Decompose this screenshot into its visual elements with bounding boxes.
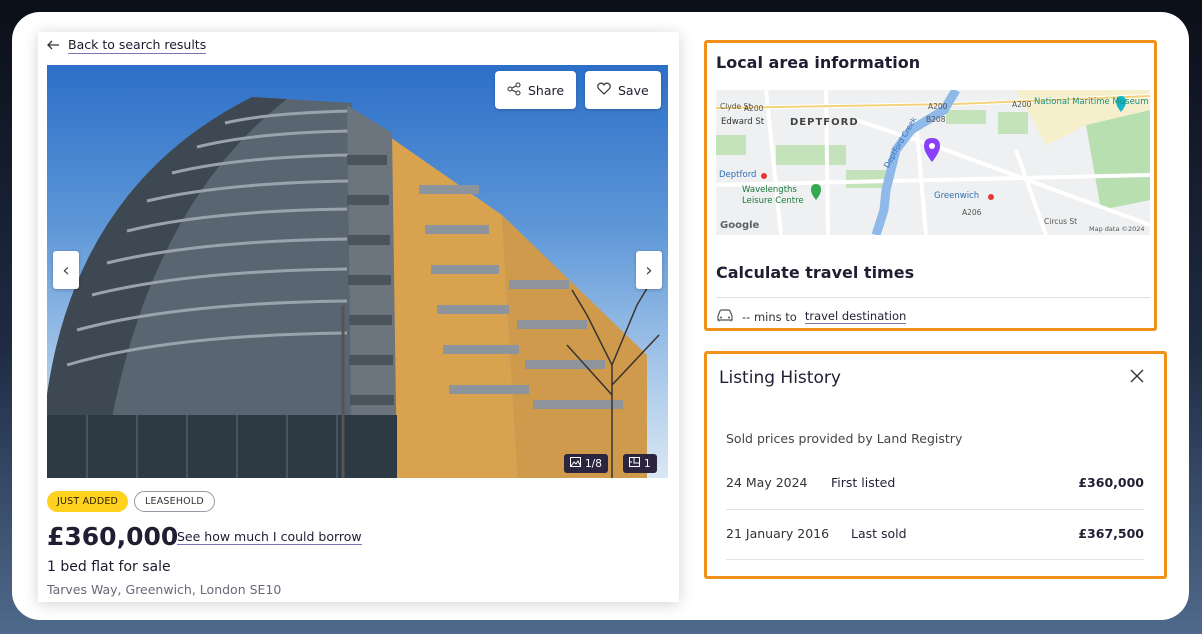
map-label-deptford-station: Deptford [719,170,757,180]
back-label: Back to search results [68,37,207,54]
google-logo: Google [720,220,760,231]
chevron-left-icon: ‹ [62,259,70,281]
map-label-a200-middle: A200 [928,102,948,111]
listing-price: £360,000 [47,522,179,551]
map-label-circus-st: Circus St [1044,217,1078,226]
next-photo-button[interactable]: › [636,251,662,289]
listing-history-title: Listing History [719,368,841,388]
share-label: Share [528,82,565,98]
history-row: 21 January 2016 Last sold £367,500 [726,522,1144,544]
history-event: Last sold [851,525,907,541]
previous-photo-button[interactable]: ‹ [53,251,79,289]
property-address: Tarves Way, Greenwich, London SE10 [47,582,282,597]
map-label-a206: A206 [962,208,982,217]
save-button[interactable]: Save [585,71,661,109]
property-type: 1 bed flat for sale [47,559,171,575]
divider [716,297,1150,298]
close-button[interactable] [1130,367,1144,388]
photo-count-label: 1/8 [585,457,602,470]
save-label: Save [618,82,649,98]
history-event: First listed [831,474,896,490]
close-icon [1130,367,1144,388]
back-to-results-link[interactable]: Back to search results [47,37,207,54]
photo-count-badge[interactable]: 1/8 [564,454,608,473]
share-button[interactable]: Share [495,71,577,109]
arrow-left-icon [47,38,60,53]
travel-time-row: -- mins to travel destination [716,308,907,325]
property-photo[interactable]: Share Save ‹ › 1/8 1 [47,65,668,478]
row-divider [726,559,1144,560]
travel-prefix: -- mins to [742,309,797,324]
row-divider [726,509,1144,510]
history-row: 24 May 2024 First listed £360,000 [726,471,1144,493]
local-area-title: Local area information [716,53,921,72]
share-icon [507,82,521,99]
local-area-panel: Local area information Clyde St Edward S… [704,40,1157,331]
listing-history-panel: Listing History Sold prices provided by … [704,351,1167,579]
history-date: 21 January 2016 [726,525,830,541]
history-date: 24 May 2024 [726,474,808,490]
floorplan-count-badge[interactable]: 1 [623,454,657,473]
map-label-maritime: National Maritime Museum [1034,97,1149,107]
heart-icon [597,82,611,98]
area-map[interactable]: Clyde St Edward St A200 DEPTFORD A200 B2… [716,90,1150,235]
map-label-deptford: DEPTFORD [790,117,859,128]
source-note: Sold prices provided by Land Registry [726,431,963,446]
tag-just-added: JUST ADDED [47,491,129,512]
tag-leasehold: LEASEHOLD [134,491,215,512]
travel-destination-link[interactable]: travel destination [804,309,907,324]
travel-times-title: Calculate travel times [716,263,915,282]
chevron-right-icon: › [645,259,653,281]
map-label-edward-st: Edward St [721,117,765,127]
floorplan-icon [629,457,640,470]
map-label-a200-left: A200 [744,104,764,113]
map-label-leisure-centre: Wavelengths Leisure Centre [742,185,804,206]
history-amount: £367,500 [1078,525,1144,541]
map-label-b208: B208 [926,115,946,124]
floorplan-count-label: 1 [644,457,651,470]
car-icon [716,308,734,325]
listing-card: Back to search results Share Save ‹ › 1/… [38,32,679,602]
history-amount: £360,000 [1078,474,1144,490]
map-label-a200-right: A200 [1012,100,1032,109]
image-icon [570,457,581,470]
map-copyright: Map data ©2024 [1089,225,1145,233]
map-label-greenwich-station: Greenwich [934,191,980,201]
borrow-link[interactable]: See how much I could borrow [177,529,362,545]
